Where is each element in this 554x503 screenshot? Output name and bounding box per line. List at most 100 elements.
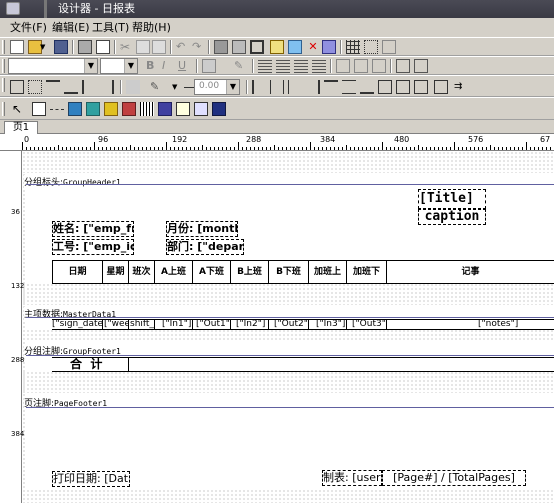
align-center-icon[interactable]: [276, 59, 290, 73]
toolbar-grip[interactable]: [2, 40, 5, 54]
picture-icon[interactable]: [68, 102, 82, 116]
cut-icon[interactable]: ✂: [120, 40, 134, 54]
column-header[interactable]: 记事: [386, 261, 554, 283]
group-icon[interactable]: [250, 40, 264, 54]
font-size-combo[interactable]: ▼: [100, 58, 138, 74]
frame-bottom-icon[interactable]: [64, 80, 78, 94]
valign-bottom-icon[interactable]: [372, 59, 386, 73]
menu-file[interactable]: 文件(F): [10, 18, 47, 37]
italic-icon[interactable]: I: [162, 59, 176, 73]
copy-icon[interactable]: [136, 40, 150, 54]
column-header[interactable]: 日期: [52, 261, 102, 283]
select-arrow-icon[interactable]: ↖: [12, 102, 26, 116]
chevron-down-icon[interactable]: ▼: [124, 59, 137, 73]
total-label[interactable]: 合 计: [70, 357, 126, 371]
column-header[interactable]: A下班: [192, 261, 230, 283]
space-horizontal-icon[interactable]: [414, 80, 428, 94]
data-field[interactable]: ["In1"]: [162, 320, 192, 329]
data-field[interactable]: shift_i: [130, 320, 154, 329]
bold-icon[interactable]: B: [146, 59, 160, 73]
crosstab-icon[interactable]: [212, 102, 226, 116]
align-rights-icon[interactable]: [306, 80, 320, 94]
design-canvas[interactable]: 36 132 288 384 分组标头:GroupHeader1 [Title]…: [0, 151, 554, 503]
print-date-field[interactable]: 打印日期: [Dat: [52, 471, 130, 487]
column-header[interactable]: 星期: [102, 261, 128, 283]
redo-icon[interactable]: ↷: [192, 40, 206, 54]
fit-grid-icon[interactable]: [382, 40, 396, 54]
send-back-icon[interactable]: [232, 40, 246, 54]
data-field[interactable]: ["Out3"]: [352, 320, 386, 329]
insert-page-icon[interactable]: [270, 40, 284, 54]
toolbar-grip[interactable]: [2, 78, 5, 92]
caption-field[interactable]: caption: [418, 209, 486, 225]
barcode-icon[interactable]: [140, 102, 154, 116]
spacing-icon[interactable]: ⇉: [454, 80, 468, 94]
font-color-icon[interactable]: ✎: [234, 59, 248, 73]
background-color-icon[interactable]: [126, 80, 140, 94]
space-vertical-icon[interactable]: [434, 80, 448, 94]
subreport-icon[interactable]: [86, 102, 100, 116]
frame-top-icon[interactable]: [46, 80, 60, 94]
tab-page1[interactable]: 页1: [4, 121, 38, 134]
align-left-icon[interactable]: [258, 59, 272, 73]
menu-edit[interactable]: 编辑(E): [52, 18, 90, 37]
emp-id-field[interactable]: 工号: ["emp_id": [52, 239, 134, 255]
delete-page-icon[interactable]: ✕: [306, 40, 320, 54]
name-field[interactable]: 姓名: ["emp_fna: [52, 221, 134, 237]
month-field[interactable]: 月份: [month]: [166, 221, 238, 237]
justify-icon[interactable]: [312, 59, 326, 73]
title-field[interactable]: [Title]: [418, 189, 486, 209]
dept-field[interactable]: 部门: ["depart: [166, 239, 244, 255]
align-grid-icon[interactable]: [364, 40, 378, 54]
same-width-icon[interactable]: [378, 80, 392, 94]
band-icon[interactable]: [50, 109, 64, 110]
data-field[interactable]: ["Out2"]: [274, 320, 308, 329]
data-field[interactable]: ["In2"]: [236, 320, 268, 329]
data-field[interactable]: ["week: [104, 320, 128, 329]
open-dropdown-icon[interactable]: ▼: [40, 40, 48, 54]
data-field[interactable]: ["Out1"]: [196, 320, 230, 329]
fill-color-icon[interactable]: [202, 59, 216, 73]
bring-front-icon[interactable]: [214, 40, 228, 54]
column-header[interactable]: B上班: [230, 261, 268, 283]
frame-right-icon[interactable]: [100, 80, 114, 94]
data-field[interactable]: ["sign_date": [52, 320, 102, 329]
undo-icon[interactable]: ↶: [176, 40, 190, 54]
paste-icon[interactable]: [152, 40, 166, 54]
chart-icon[interactable]: [158, 102, 172, 116]
text-object-icon[interactable]: [32, 102, 46, 116]
page-number-field[interactable]: [Page#] / [TotalPages]: [382, 470, 526, 486]
frame-all-icon[interactable]: [10, 80, 24, 94]
save-icon[interactable]: [54, 40, 68, 54]
underline-icon[interactable]: U: [178, 59, 192, 73]
chevron-down-icon[interactable]: ▼: [84, 59, 97, 73]
menu-tools[interactable]: 工具(T): [92, 18, 129, 37]
toolbar-grip[interactable]: [2, 102, 5, 116]
column-header[interactable]: 班次: [128, 261, 154, 283]
align-lefts-icon[interactable]: [252, 80, 266, 94]
grid-icon[interactable]: [346, 40, 360, 54]
line-color-icon[interactable]: ✎: [150, 80, 164, 94]
line-object-icon[interactable]: [104, 102, 118, 116]
column-header[interactable]: B下班: [268, 261, 308, 283]
frame-none-icon[interactable]: [28, 80, 42, 94]
data-field[interactable]: ["In3"]: [316, 320, 346, 329]
column-header[interactable]: 加班下: [346, 261, 386, 283]
print-icon[interactable]: [78, 40, 92, 54]
font-name-combo[interactable]: ▼: [8, 58, 98, 74]
richtext-icon[interactable]: [176, 102, 190, 116]
align-tops-icon[interactable]: [324, 80, 338, 94]
memo-icon[interactable]: [414, 59, 428, 73]
align-vcenter-icon[interactable]: [342, 80, 356, 94]
frame-left-icon[interactable]: [82, 80, 96, 94]
print-preview-icon[interactable]: [96, 40, 110, 54]
align-bottoms-icon[interactable]: [360, 80, 374, 94]
align-hcenter-icon[interactable]: [270, 80, 284, 94]
menu-help[interactable]: 帮助(H): [132, 18, 171, 37]
column-header[interactable]: A上班: [154, 261, 192, 283]
center-window-icon[interactable]: [288, 80, 302, 94]
chevron-down-icon[interactable]: ▼: [226, 80, 239, 94]
valign-top-icon[interactable]: [336, 59, 350, 73]
text-frame-icon[interactable]: [396, 59, 410, 73]
line-width-combo[interactable]: 0.00 ▼: [194, 79, 240, 95]
